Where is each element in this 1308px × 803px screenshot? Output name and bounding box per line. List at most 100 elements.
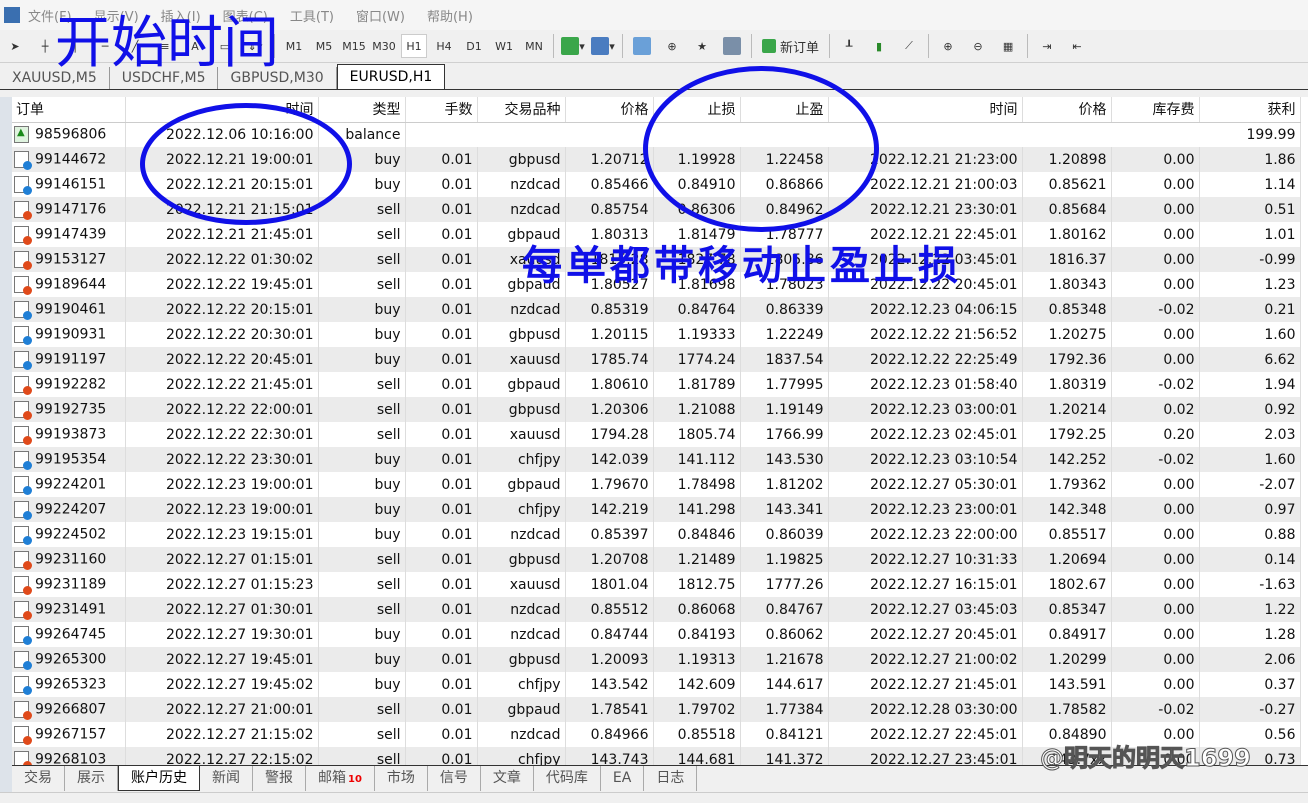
table-row[interactable]: 99189644 2022.12.22 19:45:01 sell 0.01 gbpau… <box>12 272 1301 297</box>
vertical-line-icon[interactable]: │ <box>62 34 88 58</box>
menu-chart[interactable]: 图表(C) <box>223 6 268 25</box>
table-row-balance[interactable]: 98596806 2022.12.06 10:16:00balance 199.99 <box>12 122 1301 147</box>
table-row[interactable]: 99265300 2022.12.27 19:45:01 buy 0.01 gbpusd… <box>12 647 1301 672</box>
terminal-side-handle[interactable] <box>0 97 12 797</box>
table-row[interactable]: 99193873 2022.12.22 22:30:01 sell 0.01 xauus… <box>12 422 1301 447</box>
favorites-icon[interactable]: ★ <box>689 34 715 58</box>
terminal-tab[interactable]: 账户历史 <box>118 766 200 791</box>
menu-view[interactable]: 显示(V) <box>94 6 139 25</box>
terminal-tab[interactable]: 邮箱 10 <box>306 766 375 791</box>
table-row[interactable]: 99224201 2022.12.23 19:00:01 buy 0.01 gbpaud… <box>12 472 1301 497</box>
table-cell: sell <box>318 722 406 747</box>
column-header[interactable]: 价格 <box>565 97 654 123</box>
table-row[interactable]: 99195354 2022.12.22 23:30:01 buy 0.01 chfjpy… <box>12 447 1301 472</box>
timeframe-h4-button[interactable]: H4 <box>431 34 457 58</box>
timeframe-mn-button[interactable]: MN <box>521 34 547 58</box>
column-header[interactable]: 止损 <box>653 97 741 123</box>
terminal-tab[interactable]: EA <box>601 766 645 791</box>
new-chart-icon[interactable]: ▾ <box>560 34 586 58</box>
column-header[interactable]: 类型 <box>318 97 406 123</box>
chart-tab[interactable]: USDCHF,M5 <box>110 67 219 89</box>
column-header[interactable]: 交易品种 <box>477 97 566 123</box>
table-row[interactable]: 99192735 2022.12.22 22:00:01 sell 0.01 gbpus… <box>12 397 1301 422</box>
table-row[interactable]: 99231160 2022.12.27 01:15:01 sell 0.01 gbpus… <box>12 547 1301 572</box>
table-row[interactable]: 99224502 2022.12.23 19:15:01 buy 0.01 nzdcad… <box>12 522 1301 547</box>
table-row[interactable]: 99146151 2022.12.21 20:15:01 buy 0.01 nzdcad… <box>12 172 1301 197</box>
terminal-tab[interactable]: 交易 <box>12 766 65 791</box>
table-row[interactable]: 99190931 2022.12.22 20:30:01 buy 0.01 gbpusd… <box>12 322 1301 347</box>
zoom-in-icon[interactable]: ⊕ <box>935 34 961 58</box>
table-cell: 1815.28 <box>565 247 654 272</box>
menu-help[interactable]: 帮助(H) <box>427 6 473 25</box>
terminal-tab[interactable]: 新闻 <box>200 766 253 791</box>
column-header[interactable]: 止盈 <box>740 97 829 123</box>
table-cell: 2022.12.27 22:15:02 <box>125 747 319 765</box>
column-header[interactable]: 手数 <box>405 97 478 123</box>
terminal-tab[interactable]: 文章 <box>481 766 534 791</box>
menu-tools[interactable]: 工具(T) <box>290 6 334 25</box>
table-row[interactable]: 99231189 2022.12.27 01:15:23 sell 0.01 xauus… <box>12 572 1301 597</box>
horizontal-line-icon[interactable]: ─ <box>92 34 118 58</box>
trendline-icon[interactable]: ╱ <box>122 34 148 58</box>
table-row[interactable]: 99147176 2022.12.21 21:15:01 sell 0.01 nzdca… <box>12 197 1301 222</box>
chart-tab[interactable]: XAUUSD,M5 <box>0 67 110 89</box>
table-cell <box>477 122 565 147</box>
menu-insert[interactable]: 插入(I) <box>161 6 201 25</box>
target-icon[interactable]: ⊕ <box>659 34 685 58</box>
crosshair-icon[interactable]: ┼ <box>32 34 58 58</box>
chart-tab[interactable]: GBPUSD,M30 <box>218 67 337 89</box>
text-tool-button[interactable]: A <box>182 34 208 58</box>
table-row[interactable]: 99153127 2022.12.22 01:30:02 sell 0.01 xauus… <box>12 247 1301 272</box>
table-row[interactable]: 99190461 2022.12.22 20:15:01 buy 0.01 nzdcad… <box>12 297 1301 322</box>
new-order-button[interactable]: 新订单 <box>758 34 823 58</box>
column-header[interactable]: 订单 <box>12 97 126 123</box>
timeframe-m5-button[interactable]: M5 <box>311 34 337 58</box>
profiles-icon[interactable]: ▾ <box>590 34 616 58</box>
table-row[interactable]: 99266807 2022.12.27 21:00:01 sell 0.01 gbpau… <box>12 697 1301 722</box>
terminal-tab[interactable]: 日志 <box>644 766 698 791</box>
table-row[interactable]: 99191197 2022.12.22 20:45:01 buy 0.01 xauusd… <box>12 347 1301 372</box>
label-icon[interactable]: ▭ <box>212 34 238 58</box>
column-header[interactable]: 价格 <box>1022 97 1112 123</box>
navigator-icon[interactable] <box>629 34 655 58</box>
buy-order-icon <box>14 301 32 320</box>
timeframe-d1-button[interactable]: D1 <box>461 34 487 58</box>
terminal-tab[interactable]: 信号 <box>428 766 481 791</box>
candlestick-icon[interactable]: ▮ <box>866 34 892 58</box>
table-cell: 2022.12.21 21:23:00 <box>828 147 1023 172</box>
terminal-icon[interactable] <box>719 34 745 58</box>
table-row[interactable]: 99231491 2022.12.27 01:30:01 sell 0.01 nzdca… <box>12 597 1301 622</box>
zoom-out-icon[interactable]: ⊖ <box>965 34 991 58</box>
menu-file[interactable]: 文件(F) <box>28 6 72 25</box>
table-row[interactable]: 99147439 2022.12.21 21:45:01 sell 0.01 gbpau… <box>12 222 1301 247</box>
timeframe-w1-button[interactable]: W1 <box>491 34 517 58</box>
terminal-tab[interactable]: 代码库 <box>534 766 601 791</box>
tile-windows-icon[interactable]: ▦ <box>995 34 1021 58</box>
terminal-tab[interactable]: 展示 <box>65 766 118 791</box>
chart-tab[interactable]: EURUSD,H1 <box>336 64 446 89</box>
autoscroll-icon[interactable]: ⇥ <box>1034 34 1060 58</box>
column-header[interactable]: 时间 <box>125 97 319 123</box>
table-row[interactable]: 99192282 2022.12.22 21:45:01 sell 0.01 gbpau… <box>12 372 1301 397</box>
timeframe-m1-button[interactable]: M1 <box>281 34 307 58</box>
table-row[interactable]: 99224207 2022.12.23 19:00:01 buy 0.01 chfjpy… <box>12 497 1301 522</box>
shapes-dropdown-icon[interactable]: ⇕▾ <box>242 34 268 58</box>
bar-chart-icon[interactable]: ┸ <box>836 34 862 58</box>
line-chart-icon[interactable]: ⟋ <box>896 34 922 58</box>
table-row[interactable]: 99264745 2022.12.27 19:30:01 buy 0.01 nzdcad… <box>12 622 1301 647</box>
timeframe-h1-button[interactable]: H1 <box>401 34 427 58</box>
column-header[interactable]: 时间 <box>828 97 1023 123</box>
timeframe-m15-button[interactable]: M15 <box>341 34 367 58</box>
timeframe-m30-button[interactable]: M30 <box>371 34 397 58</box>
menu-window[interactable]: 窗口(W) <box>356 6 405 25</box>
column-header[interactable]: 库存费 <box>1111 97 1200 123</box>
column-header[interactable]: 获利 <box>1199 97 1301 123</box>
terminal-tab[interactable]: 警报 <box>253 766 306 791</box>
table-row[interactable]: 99144672 2022.12.21 19:00:01 buy 0.01 gbpusd… <box>12 147 1301 172</box>
fibonacci-icon[interactable]: ≡ <box>152 34 178 58</box>
terminal-tab[interactable]: 市场 <box>375 766 428 791</box>
chart-shift-icon[interactable]: ⇤ <box>1064 34 1090 58</box>
table-cell: 2022.12.27 01:30:01 <box>125 597 319 622</box>
cursor-icon[interactable]: ➤ <box>2 34 28 58</box>
table-row[interactable]: 99265323 2022.12.27 19:45:02 buy 0.01 chfjpy… <box>12 672 1301 697</box>
